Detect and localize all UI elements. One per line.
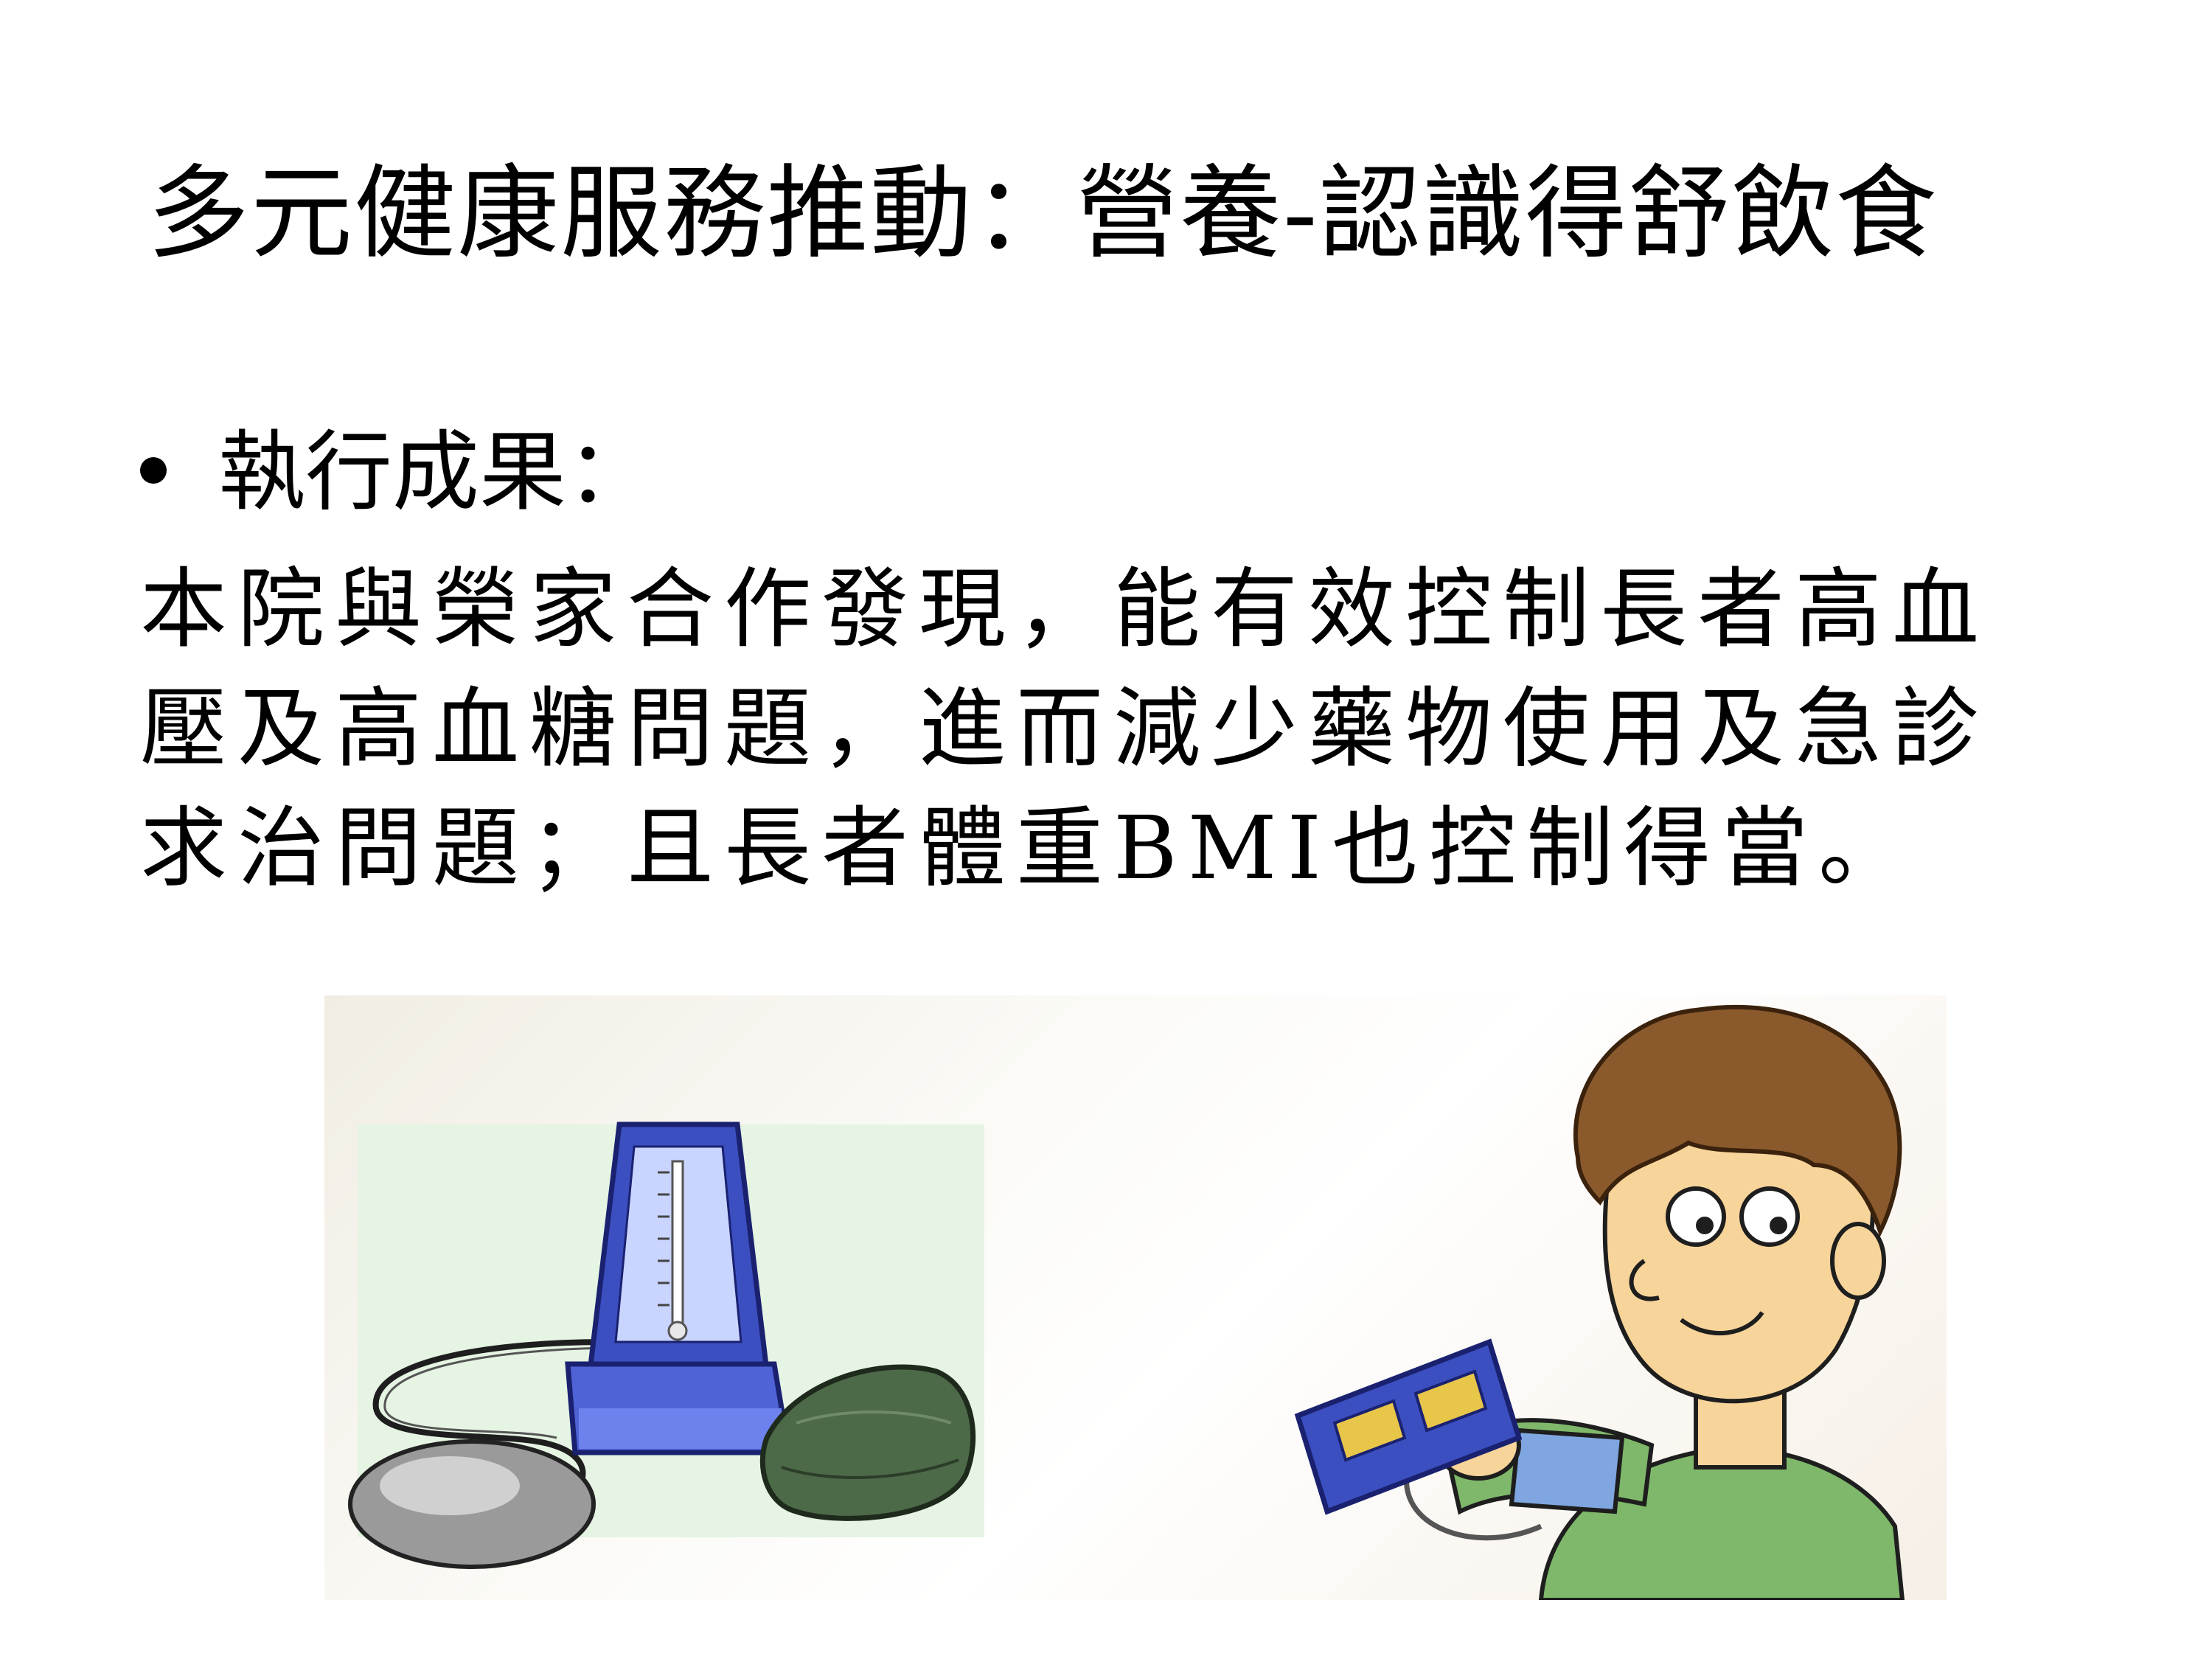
person-measuring-blood-pressure-icon <box>1294 1004 1905 1600</box>
sphygmomanometer-icon <box>348 1121 984 1569</box>
body-line: 本院與榮家合作發現，能有效控制長者高血 <box>140 558 1990 660</box>
bullet-item: 執行成果： <box>140 417 653 527</box>
body-line: 求治問題；且長者體重BMI也控制得當。 <box>140 797 1916 899</box>
body-line: 壓及高血糖問題，進而減少藥物使用及急診 <box>140 678 1990 779</box>
health-illustration <box>324 995 1947 1600</box>
bullet-dot <box>140 457 167 484</box>
bullet-label: 執行成果： <box>218 421 654 523</box>
slide-title: 多元健康服務推動：營養-認識得舒飲食 <box>147 154 1938 273</box>
body-paragraph: 本院與榮家合作發現，能有效控制長者高血 壓及高血糖問題，進而減少藥物使用及急診 … <box>140 549 2087 908</box>
